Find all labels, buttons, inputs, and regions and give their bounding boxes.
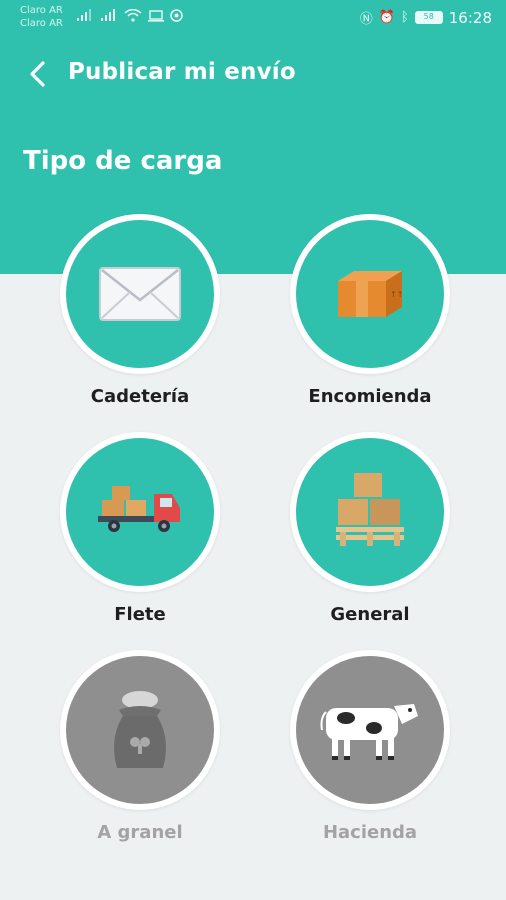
option-disc [296,656,444,804]
carrier-2: Claro AR [20,18,63,29]
status-icons-right: Ⓝ ⏰ ᛒ 58 16:28 [359,8,492,28]
bluetooth-icon: ᛒ [400,10,409,25]
option-ring [290,432,450,592]
signal-icon [101,9,115,21]
option-a-granel: A granel [38,650,268,860]
option-general[interactable]: General [268,432,498,642]
option-disc [66,656,214,804]
svg-text:↑↑: ↑↑ [390,290,403,299]
clock: 16:28 [448,8,492,27]
page-title: Publicar mi envío [68,59,296,85]
package-icon: ↑↑ [338,271,403,317]
nfc-icon: Ⓝ [359,12,373,27]
cow-icon [320,704,418,760]
option-disc [66,220,214,368]
pallet-boxes-icon [336,473,404,546]
wifi-icon [124,9,142,22]
option-cadeteria[interactable]: Cadetería [38,214,268,424]
option-label: Flete [114,604,166,625]
option-hacienda: Hacienda [268,650,498,860]
option-encomienda[interactable]: ↑↑ Encomienda [268,214,498,424]
option-label: A granel [97,822,183,843]
option-label: Cadetería [90,386,190,407]
option-label: General [330,604,410,625]
chevron-left-icon[interactable] [26,60,50,88]
alarm-icon: ⏰ [378,10,395,25]
battery-icon: 58 [414,11,443,24]
carrier-1: Claro AR [20,5,63,16]
option-label: Encomienda [308,386,432,407]
section-title: Tipo de carga [23,146,223,176]
status-bar: Claro AR Claro AR Ⓝ ⏰ ᛒ 58 16:28 [0,0,506,36]
option-flete[interactable]: Flete [38,432,268,642]
option-disc [296,438,444,586]
truck-icon [98,486,180,532]
option-ring [60,214,220,374]
option-ring [290,650,450,810]
option-ring [60,650,220,810]
envelope-icon [99,267,181,321]
laptop-icon [148,9,164,22]
option-ring: ↑↑ [290,214,450,374]
status-icons-left [76,9,183,22]
option-label: Hacienda [322,822,418,843]
chrome-icon [170,9,183,22]
option-disc: ↑↑ [296,220,444,368]
signal-icon [77,9,91,21]
carrier-info: Claro AR Claro AR [20,4,63,30]
option-ring [60,432,220,592]
option-disc [66,438,214,586]
grain-sack-icon [114,691,166,768]
